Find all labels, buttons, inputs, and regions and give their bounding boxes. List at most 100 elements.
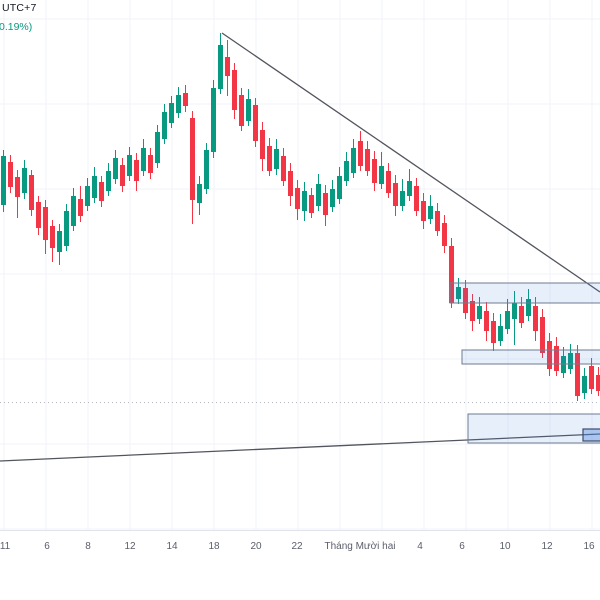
candles-layer <box>1 33 600 401</box>
candle-body <box>288 171 293 196</box>
candle <box>71 188 76 231</box>
candle-body <box>246 99 251 121</box>
candle-body <box>232 70 237 110</box>
candle <box>232 63 237 119</box>
candle-body <box>148 155 153 173</box>
candle-body <box>337 176 342 199</box>
candle <box>323 185 328 226</box>
candle-body <box>274 149 279 169</box>
price-chart-canvas[interactable]: 11 6 8 12 14 18 20 22 Tháng Mười hai 4 6 10 12 16 <box>0 0 600 600</box>
candle <box>428 195 433 224</box>
candle <box>358 131 363 171</box>
time-axis-label: 18 <box>208 541 220 552</box>
candle-body <box>323 193 328 215</box>
candle-body <box>533 306 538 331</box>
candle <box>155 125 160 168</box>
candle <box>498 314 503 346</box>
candle-body <box>127 155 132 176</box>
candle-body <box>183 93 188 106</box>
candle-body <box>421 201 426 221</box>
time-axis-label: 8 <box>85 541 91 552</box>
candle-body <box>484 311 489 331</box>
candle <box>295 180 300 220</box>
candle-body <box>239 95 244 126</box>
candle <box>316 174 321 211</box>
candle <box>113 150 118 184</box>
candle-body <box>92 176 97 198</box>
candle-body <box>400 191 405 206</box>
candle <box>57 224 62 265</box>
candle-body <box>358 141 363 166</box>
time-axis-label: 20 <box>250 541 262 552</box>
candle-body <box>155 132 160 163</box>
time-axis[interactable]: 11 6 8 12 14 18 20 22 Tháng Mười hai 4 6 10 12 16 <box>0 530 600 553</box>
candle <box>596 367 600 396</box>
candle <box>43 200 48 254</box>
candle-body <box>260 130 265 159</box>
candle-body <box>176 95 181 113</box>
candle-body <box>414 186 419 211</box>
candle-body <box>78 199 83 216</box>
candle-body <box>43 207 48 240</box>
candle-body <box>519 306 524 323</box>
candle-body <box>386 171 391 193</box>
candle-body <box>295 188 300 209</box>
candle-body <box>393 183 398 206</box>
candle <box>92 167 97 203</box>
supply-zone-middle[interactable] <box>461 349 600 365</box>
candle-body <box>99 182 104 201</box>
candle <box>414 178 419 216</box>
candle <box>148 148 153 179</box>
candle <box>407 169 412 201</box>
candle-body <box>589 366 594 389</box>
candle-body <box>204 150 209 189</box>
candle-body <box>113 158 118 179</box>
candle <box>218 33 223 94</box>
chart-root: 11 6 8 12 14 18 20 22 Tháng Mười hai 4 6 10 12 16 UTC… <box>0 0 600 600</box>
candle-body <box>190 118 195 200</box>
candle-body <box>372 159 377 183</box>
candle-body <box>596 375 600 391</box>
candle-body <box>442 223 447 246</box>
supply-zone-upper[interactable] <box>449 282 600 304</box>
candle <box>435 203 440 236</box>
candle <box>141 139 146 176</box>
time-axis-label: 22 <box>291 541 303 552</box>
candle-body <box>309 195 314 213</box>
demand-zone-inner[interactable] <box>582 428 600 442</box>
demand-zone-lower[interactable] <box>467 413 600 444</box>
candle <box>533 297 538 341</box>
candle <box>190 111 195 224</box>
candle-body <box>582 376 587 393</box>
candle-body <box>50 226 55 248</box>
candle <box>78 186 83 222</box>
candle-body <box>106 171 111 191</box>
candle <box>491 313 496 351</box>
candle-body <box>344 161 349 181</box>
candle <box>183 85 188 112</box>
candle-body <box>365 149 370 171</box>
candle <box>344 152 349 186</box>
candle-body <box>22 168 27 193</box>
candle <box>351 139 356 178</box>
candle <box>582 368 587 399</box>
time-axis-label: 12 <box>124 541 136 552</box>
candle <box>85 178 90 211</box>
candle <box>337 167 342 204</box>
candle <box>211 80 216 158</box>
candle-body <box>134 160 139 181</box>
candle <box>239 88 244 131</box>
candle-body <box>15 177 20 197</box>
candle <box>1 150 6 212</box>
candle <box>204 143 209 194</box>
candle-body <box>8 162 13 187</box>
candle-body <box>218 45 223 89</box>
candle-body <box>64 211 69 246</box>
candle-body <box>491 321 496 343</box>
candle-body <box>197 184 202 203</box>
candle-body <box>120 165 125 186</box>
candle <box>134 153 139 191</box>
candle-body <box>540 317 545 353</box>
candle-body <box>379 166 384 184</box>
candle <box>330 180 335 212</box>
